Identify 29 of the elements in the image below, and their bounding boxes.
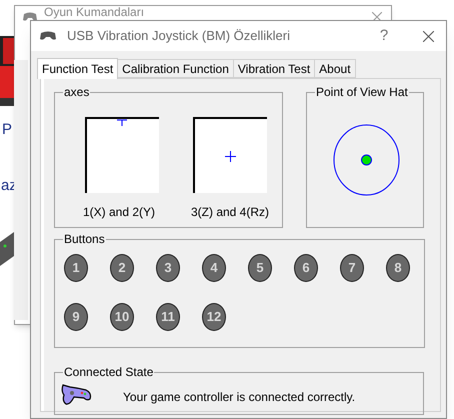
device-label: P (2, 120, 12, 140)
tab[interactable]: Vibration Test (234, 59, 316, 78)
tab[interactable]: Function Test (37, 58, 118, 79)
joystick-button-indicator: 12 (202, 303, 226, 331)
joystick-button-indicator: 2 (110, 254, 134, 282)
status-message: Your game controller is connected correctly. (123, 389, 356, 406)
joystick-button-indicator: 8 (386, 254, 410, 282)
joystick-button-indicator: 10 (110, 303, 134, 331)
crosshair-marker (225, 151, 236, 162)
joystick-button-indicator: 11 (156, 303, 180, 331)
window-title: USB Vibration Joystick (BM) Özellikleri (67, 27, 291, 46)
close-icon (422, 30, 434, 42)
window-title: Oyun Kumandaları (44, 6, 144, 19)
axis-label: 3(Z) and 4(Rz) (191, 204, 270, 221)
hat-position-drawing (333, 124, 400, 196)
close-icon[interactable] (372, 12, 382, 22)
joystick-button-indicator: 7 (340, 254, 364, 282)
help-button[interactable]: ? (368, 21, 400, 51)
tab[interactable]: Calibration Function (118, 59, 234, 78)
tab[interactable]: About (315, 59, 356, 78)
gamepad-icon (39, 31, 57, 41)
axis-label: 1(X) and 2(Y) (83, 204, 156, 221)
joystick-button-indicator: 1 (64, 254, 88, 282)
joystick-button-indicator: 5 (248, 254, 272, 282)
joystick-button-indicator: 3 (156, 254, 180, 282)
joystick-button-indicator: 4 (202, 254, 226, 282)
crosshair-marker (117, 119, 127, 126)
joystick-button-indicator: 9 (64, 303, 88, 331)
joystick-button-indicator: 6 (294, 254, 318, 282)
